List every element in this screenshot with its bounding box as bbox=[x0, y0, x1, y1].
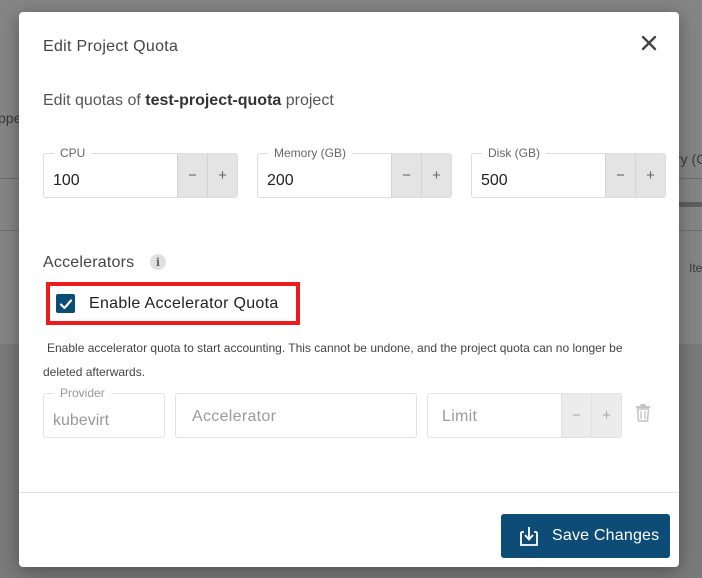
delete-accelerator-button[interactable] bbox=[635, 404, 651, 422]
disk-field[interactable]: Disk (GB) 500 − + bbox=[471, 146, 666, 198]
limit-increment-button[interactable]: + bbox=[591, 394, 621, 437]
enable-accelerator-quota-checkbox-highlight[interactable]: Enable Accelerator Quota bbox=[46, 282, 300, 325]
dialog-subtitle: Edit quotas of test-project-quota projec… bbox=[43, 92, 334, 110]
memory-decrement-button[interactable]: − bbox=[391, 154, 421, 197]
cpu-stepper: − + bbox=[177, 154, 237, 197]
cpu-increment-button[interactable]: + bbox=[207, 154, 237, 197]
limit-decrement-button[interactable]: − bbox=[561, 394, 591, 437]
limit-stepper: − + bbox=[561, 394, 621, 437]
memory-field[interactable]: Memory (GB) 200 − + bbox=[257, 146, 452, 198]
save-icon bbox=[520, 527, 538, 546]
edit-quota-dialog: Edit Project Quota Edit quotas of test-p… bbox=[19, 12, 679, 567]
accelerator-placeholder: Accelerator bbox=[192, 408, 277, 425]
accelerator-help-text: Enable accelerator quota to start accoun… bbox=[43, 341, 623, 379]
enable-accelerator-quota-checkbox[interactable] bbox=[56, 294, 75, 313]
cpu-input[interactable]: 100 bbox=[53, 172, 80, 190]
limit-field[interactable]: Limit − + bbox=[427, 393, 622, 438]
dialog-title: Edit Project Quota bbox=[43, 38, 179, 55]
provider-value: kubevirt bbox=[53, 412, 110, 429]
memory-increment-button[interactable]: + bbox=[421, 154, 451, 197]
footer-divider bbox=[19, 492, 679, 493]
disk-decrement-button[interactable]: − bbox=[605, 154, 635, 197]
disk-input[interactable]: 500 bbox=[481, 172, 508, 190]
checkmark-icon bbox=[59, 298, 72, 309]
cpu-field[interactable]: CPU 100 − + bbox=[43, 146, 238, 198]
provider-label: Provider bbox=[54, 386, 111, 400]
enable-accelerator-quota-label[interactable]: Enable Accelerator Quota bbox=[89, 295, 279, 313]
trash-icon bbox=[636, 404, 650, 422]
save-changes-label: Save Changes bbox=[552, 527, 660, 544]
close-icon bbox=[641, 35, 657, 51]
cpu-decrement-button[interactable]: − bbox=[177, 154, 207, 197]
disk-increment-button[interactable]: + bbox=[635, 154, 665, 197]
accelerator-select[interactable]: Accelerator bbox=[175, 393, 417, 438]
memory-input[interactable]: 200 bbox=[267, 172, 294, 190]
accelerators-heading: Accelerators bbox=[43, 254, 135, 271]
info-icon[interactable]: i bbox=[150, 254, 166, 270]
memory-label: Memory (GB) bbox=[268, 146, 352, 160]
memory-stepper: − + bbox=[391, 154, 451, 197]
subtitle-suffix: project bbox=[281, 92, 334, 109]
background-text: Ite bbox=[689, 261, 702, 275]
disk-label: Disk (GB) bbox=[482, 146, 546, 160]
subtitle-prefix: Edit quotas of bbox=[43, 92, 146, 109]
background-text: ry (C bbox=[676, 151, 702, 167]
save-changes-button[interactable]: Save Changes bbox=[501, 514, 670, 558]
close-button[interactable] bbox=[639, 33, 659, 53]
disk-stepper: − + bbox=[605, 154, 665, 197]
project-name: test-project-quota bbox=[145, 92, 282, 109]
background-progress-bar bbox=[678, 202, 702, 207]
limit-placeholder: Limit bbox=[442, 408, 478, 425]
cpu-label: CPU bbox=[54, 146, 92, 160]
provider-field: Provider kubevirt bbox=[43, 386, 165, 438]
